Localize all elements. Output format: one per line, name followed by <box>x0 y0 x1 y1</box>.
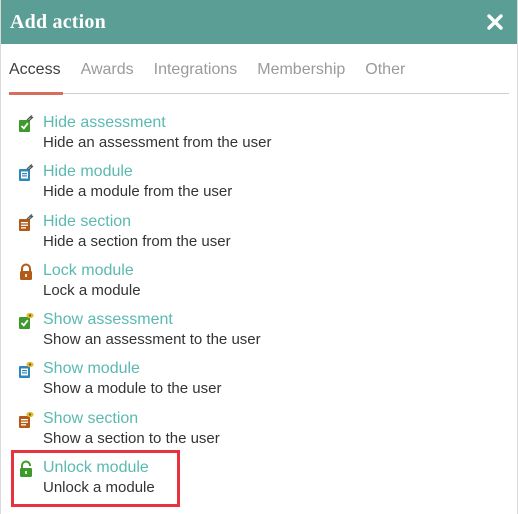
action-lock-module[interactable]: Lock module Lock a module <box>18 261 498 310</box>
action-hide-module[interactable]: Hide module Hide a module from the user <box>18 162 498 211</box>
hide-module-icon <box>18 164 34 182</box>
close-icon[interactable] <box>485 12 505 32</box>
action-tabs: Access Awards Integrations Membership Ot… <box>9 60 509 95</box>
tab-integrations[interactable]: Integrations <box>154 60 238 93</box>
action-show-assessment[interactable]: Show assessment Show an assessment to th… <box>18 310 498 359</box>
action-description: Hide an assessment from the user <box>43 134 272 151</box>
action-name: Show section <box>43 409 139 427</box>
action-description: Hide a section from the user <box>43 232 231 250</box>
hide-assessment-icon <box>18 115 34 133</box>
action-description: Hide a module from the user <box>43 183 233 201</box>
action-hide-assessment[interactable]: Hide assessment Hide an assessment from … <box>18 113 498 162</box>
action-name: Show assessment <box>43 311 173 329</box>
show-module-icon <box>18 361 34 379</box>
dialog-header: Add action <box>1 0 517 44</box>
add-action-dialog: Add action Access Awards Integrations Me… <box>0 0 518 514</box>
action-list: Hide assessment Hide an assessment from … <box>18 113 498 507</box>
action-name: Unlock module <box>43 459 149 477</box>
action-description: Show an assessment to the user <box>43 331 261 349</box>
unlock-icon <box>18 460 34 478</box>
tab-access[interactable]: Access <box>9 60 63 95</box>
action-name: Lock module <box>43 261 134 279</box>
tab-membership[interactable]: Membership <box>257 60 345 93</box>
action-description: Lock a module <box>43 281 141 299</box>
lock-icon <box>18 263 34 281</box>
show-section-icon <box>18 411 34 429</box>
action-name: Hide section <box>43 212 132 230</box>
action-name: Hide module <box>43 163 133 181</box>
action-description: Show a section to the user <box>43 429 220 447</box>
action-hide-section[interactable]: Hide section Hide a section from the use… <box>18 212 498 261</box>
action-description: Show a module to the user <box>43 380 222 398</box>
dialog-title: Add action <box>10 10 106 33</box>
tab-other[interactable]: Other <box>365 60 405 93</box>
action-name: Show module <box>43 360 140 378</box>
action-show-module[interactable]: Show module Show a module to the user <box>18 359 498 408</box>
action-unlock-module[interactable]: Unlock module Unlock a module <box>18 458 498 507</box>
action-description: Unlock a module <box>43 479 155 497</box>
tab-awards[interactable]: Awards <box>81 60 134 93</box>
action-show-section[interactable]: Show section Show a section to the user <box>18 409 498 458</box>
hide-section-icon <box>18 213 34 232</box>
action-name: Hide assessment <box>43 114 166 131</box>
show-assessment-icon <box>18 312 34 330</box>
